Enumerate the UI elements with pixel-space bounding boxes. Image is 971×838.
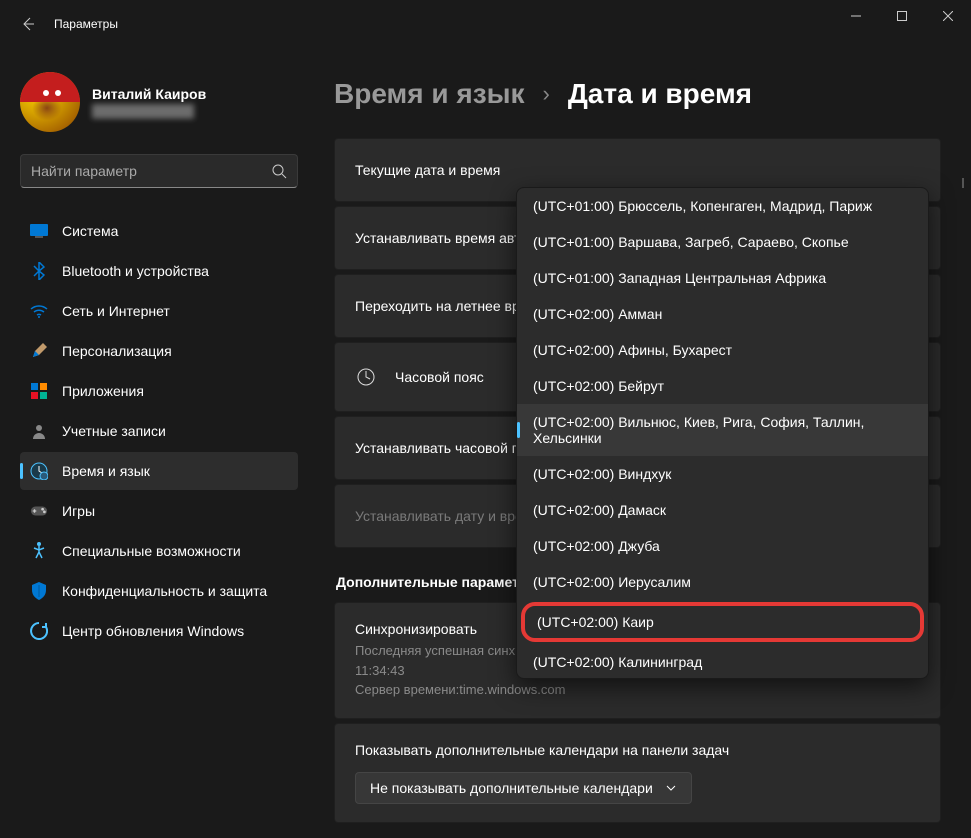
timezone-option[interactable]: (UTC+02:00) Каир (521, 602, 924, 642)
scrollbar-indicator[interactable] (962, 178, 964, 188)
brush-icon (30, 342, 48, 360)
user-name: Виталий Каиров (92, 86, 206, 102)
sidebar-item-network[interactable]: Сеть и Интернет (20, 292, 298, 330)
wifi-icon (30, 302, 48, 320)
maximize-button[interactable] (879, 0, 925, 32)
timezone-option[interactable]: (UTC+02:00) Калининград (517, 644, 928, 678)
nav-list: Система Bluetooth и устройства Сеть и Инте… (20, 212, 298, 650)
apps-icon (30, 382, 48, 400)
timezone-option[interactable]: (UTC+01:00) Брюссель, Копенгаген, Мадрид… (517, 188, 928, 224)
sidebar-item-label: Время и язык (62, 463, 150, 479)
timezone-option[interactable]: (UTC+02:00) Дамаск (517, 492, 928, 528)
timezone-option[interactable]: (UTC+01:00) Варшава, Загреб, Сараево, Ск… (517, 224, 928, 260)
close-button[interactable] (925, 0, 971, 32)
timezone-option[interactable]: (UTC+02:00) Иерусалим (517, 564, 928, 600)
close-icon (943, 11, 953, 21)
breadcrumb-parent[interactable]: Время и язык (334, 78, 525, 110)
sidebar-item-label: Учетные записи (62, 423, 166, 439)
sidebar-item-label: Сеть и Интернет (62, 303, 170, 319)
person-icon (30, 422, 48, 440)
sidebar-item-label: Система (62, 223, 118, 239)
user-block[interactable]: Виталий Каиров ████████████ (20, 72, 298, 132)
minimize-icon (851, 11, 861, 21)
timezone-option[interactable]: (UTC+02:00) Бейрут (517, 368, 928, 404)
search-input[interactable] (31, 163, 271, 179)
setting-label: Текущие дата и время (355, 162, 920, 178)
sync-server: Сервер времени:time.windows.com (355, 680, 748, 700)
sidebar-item-gaming[interactable]: Игры (20, 492, 298, 530)
timezone-option[interactable]: (UTC+02:00) Афины, Бухарест (517, 332, 928, 368)
main-panel: Время и язык › Дата и время Текущие дата… (310, 48, 971, 838)
minimize-button[interactable] (833, 0, 879, 32)
sidebar-item-accounts[interactable]: Учетные записи (20, 412, 298, 450)
breadcrumb-current: Дата и время (568, 78, 752, 110)
sidebar-item-bluetooth[interactable]: Bluetooth и устройства (20, 252, 298, 290)
sidebar-item-label: Приложения (62, 383, 144, 399)
timezone-option[interactable]: (UTC+02:00) Вильнюс, Киев, Рига, София, … (517, 404, 928, 456)
window-controls (833, 0, 971, 32)
search-icon (271, 163, 287, 179)
calendars-selected-value: Не показывать дополнительные календари (370, 780, 653, 796)
calendars-select[interactable]: Не показывать дополнительные календари (355, 772, 692, 804)
search-box[interactable] (20, 154, 298, 188)
sidebar: Виталий Каиров ████████████ Система Bluet… (0, 48, 310, 838)
a11y-icon (30, 542, 48, 560)
timezone-option[interactable]: (UTC+02:00) Джуба (517, 528, 928, 564)
sidebar-item-personalization[interactable]: Персонализация (20, 332, 298, 370)
sidebar-item-label: Специальные возможности (62, 543, 241, 559)
sidebar-item-label: Bluetooth и устройства (62, 263, 209, 279)
user-email: ████████████ (92, 104, 206, 118)
back-arrow-icon (20, 16, 36, 32)
breadcrumb: Время и язык › Дата и время (334, 78, 941, 110)
avatar (20, 72, 80, 132)
sidebar-item-label: Конфиденциальность и защита (62, 583, 267, 599)
globe-clock-icon (355, 366, 377, 388)
shield-icon (30, 582, 48, 600)
sidebar-item-update[interactable]: Центр обновления Windows (20, 612, 298, 650)
calendars-card: Показывать дополнительные календари на п… (334, 723, 941, 823)
timezone-dropdown: (UTC+01:00) Брюссель, Копенгаген, Мадрид… (516, 187, 929, 679)
update-icon (30, 622, 48, 640)
sidebar-item-accessibility[interactable]: Специальные возможности (20, 532, 298, 570)
window-title: Параметры (54, 17, 118, 31)
sidebar-item-label: Центр обновления Windows (62, 623, 244, 639)
clock-icon (30, 462, 48, 480)
bluetooth-icon (30, 262, 48, 280)
gamepad-icon (30, 502, 48, 520)
system-icon (30, 222, 48, 240)
calendars-label: Показывать дополнительные календари на п… (355, 742, 920, 758)
sidebar-item-privacy[interactable]: Конфиденциальность и защита (20, 572, 298, 610)
sidebar-item-apps[interactable]: Приложения (20, 372, 298, 410)
sidebar-item-label: Игры (62, 503, 95, 519)
breadcrumb-sep-icon: › (543, 81, 550, 107)
sidebar-item-system[interactable]: Система (20, 212, 298, 250)
timezone-option[interactable]: (UTC+02:00) Амман (517, 296, 928, 332)
back-button[interactable] (8, 4, 48, 44)
sidebar-item-label: Персонализация (62, 343, 172, 359)
timezone-option[interactable]: (UTC+02:00) Виндхук (517, 456, 928, 492)
timezone-option[interactable]: (UTC+01:00) Западная Центральная Африка (517, 260, 928, 296)
chevron-down-icon (665, 782, 677, 794)
titlebar: Параметры (0, 0, 971, 48)
sidebar-item-timelang[interactable]: Время и язык (20, 452, 298, 490)
maximize-icon (897, 11, 907, 21)
